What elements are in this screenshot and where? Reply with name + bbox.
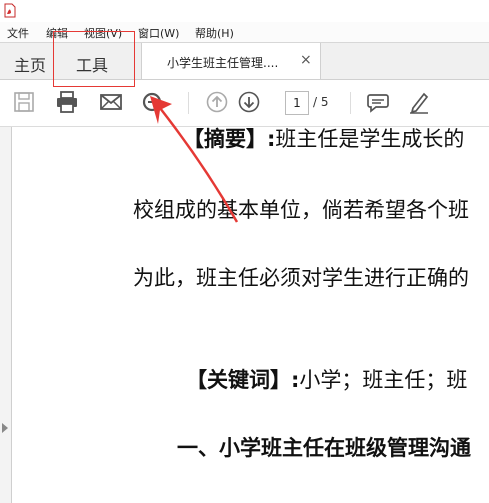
tab-bar: 主页 工具 小学生班主任管理.... × (0, 43, 489, 80)
tab-tools[interactable]: 工具 (76, 52, 108, 76)
abstract-line: 【摘要】:班主任是学生成长的 (183, 123, 464, 153)
prev-page-icon[interactable] (205, 90, 229, 114)
close-icon[interactable]: × (300, 52, 312, 68)
keywords-line: 【关键词】:小学；班主任；班 (186, 364, 467, 394)
keywords-label: 【关键词】: (186, 368, 300, 392)
comment-icon[interactable] (366, 90, 390, 114)
toolbar: 1 / 5 (0, 80, 489, 127)
menu-bar: 文件 编辑 视图(V) 窗口(W) 帮助(H) (0, 22, 489, 43)
toolbar-separator (350, 92, 351, 114)
keywords-text: 小学；班主任；班 (299, 368, 468, 392)
abstract-text: 班主任是学生成长的 (275, 127, 465, 151)
save-icon[interactable] (12, 90, 36, 114)
navigation-pane (0, 127, 12, 503)
menu-window[interactable]: 窗口(W) (138, 25, 179, 41)
toolbar-separator (188, 92, 189, 114)
menu-view[interactable]: 视图(V) (84, 25, 122, 41)
page-total: / 5 (313, 95, 329, 109)
sign-icon[interactable] (407, 90, 431, 114)
paragraph-line: 为此，班主任必须对学生进行正确的 (133, 266, 469, 290)
email-icon[interactable] (99, 90, 123, 114)
document-tab-label: 小学生班主任管理.... (167, 56, 279, 70)
document-view[interactable]: 【摘要】:班主任是学生成长的 校组成的基本单位，倘若希望各个班 为此，班主任必须… (0, 127, 489, 503)
page-number-input[interactable]: 1 (285, 91, 309, 115)
menu-file[interactable]: 文件 (7, 25, 29, 41)
expand-pane-icon[interactable] (2, 423, 8, 433)
paragraph-line: 校组成的基本单位，倘若希望各个班 (133, 198, 469, 222)
adobe-pdf-icon (4, 3, 16, 18)
menu-help[interactable]: 帮助(H) (195, 25, 234, 41)
print-icon[interactable] (55, 90, 79, 114)
zoom-icon[interactable] (140, 90, 164, 114)
next-page-icon[interactable] (237, 90, 261, 114)
tab-home[interactable]: 主页 (14, 52, 46, 76)
tab-document[interactable]: 小学生班主任管理.... × (141, 43, 321, 79)
section-heading: 一、小学班主任在班级管理沟通 (177, 436, 471, 460)
abstract-label: 【摘要】: (183, 127, 276, 151)
title-bar (0, 0, 489, 22)
menu-edit[interactable]: 编辑 (46, 25, 68, 41)
